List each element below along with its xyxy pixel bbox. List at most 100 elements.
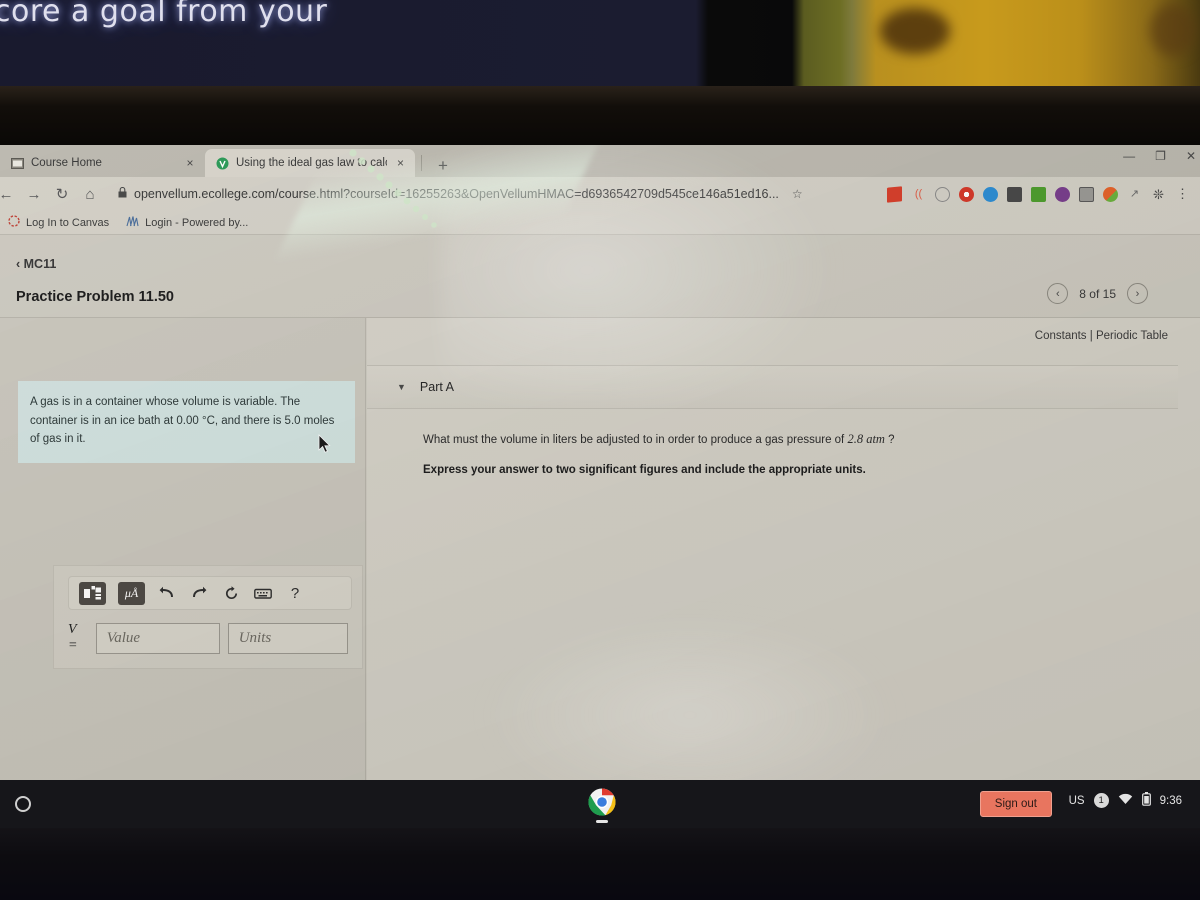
help-icon[interactable]: ? — [285, 582, 305, 604]
back-icon[interactable]: ← — [0, 180, 20, 208]
help-extension-icon[interactable] — [935, 186, 950, 202]
window-controls: — ❐ ✕ — [1123, 149, 1196, 163]
units-micro-angstrom-icon[interactable]: μÅ — [118, 581, 145, 605]
ambient-highlight-2 — [1150, 4, 1196, 56]
locale-indicator[interactable]: US — [1069, 795, 1085, 807]
variable-label: V = — [68, 622, 78, 653]
undo-icon[interactable] — [157, 582, 177, 604]
extensions-row: (( ↗ ❊ ⋮ — [887, 185, 1194, 203]
lock-icon — [118, 186, 127, 201]
value-input[interactable]: Value — [95, 622, 220, 654]
edge-extension-icon[interactable] — [983, 186, 998, 202]
tv-caption-text: core a goal from your — [0, 0, 328, 29]
page-title: Practice Problem 11.50 — [16, 289, 174, 305]
tab-title: Course Home — [31, 157, 102, 169]
part-a-header[interactable]: ▼ Part A — [367, 365, 1178, 409]
question-text: What must the volume in liters be adjust… — [423, 430, 1170, 449]
value-placeholder: Value — [106, 629, 141, 646]
background-room: core a goal from your — [0, 0, 1200, 145]
keyboard-icon[interactable] — [253, 582, 273, 604]
question-pressure-value: 2.8 atm — [847, 432, 885, 446]
close-icon[interactable]: × — [183, 156, 197, 170]
part-a-label: Part A — [419, 380, 454, 394]
template-picker-icon[interactable] — [79, 581, 106, 605]
question-text-pre: What must the volume in liters be adjust… — [423, 434, 848, 446]
notification-badge[interactable]: 1 — [1093, 793, 1109, 808]
clock[interactable]: 9:36 — [1160, 795, 1182, 807]
canvas-extension-icon[interactable] — [1079, 186, 1094, 202]
puzzle-extensions-icon[interactable]: ❊ — [1151, 187, 1166, 202]
window-icon — [10, 156, 24, 170]
tab-ideal-gas-law[interactable]: Using the ideal gas law to calcul × — [205, 149, 415, 177]
browser-toolbar: ← → ↻ ⌂ openvellum.ecollege.com/course.h… — [0, 177, 1200, 211]
url-text: openvellum.ecollege.com/course.html?cour… — [134, 187, 779, 201]
bookmark-label: Login - Powered by... — [145, 216, 249, 229]
ambient-highlight — [880, 8, 950, 54]
launcher-icon[interactable] — [15, 796, 31, 812]
tab-course-home[interactable]: Course Home × — [0, 149, 205, 177]
part-column: Constants | Periodic Table ▼ Part A What… — [367, 318, 1200, 780]
bookmark-log-in-to-canvas[interactable]: Log In to Canvas — [8, 215, 109, 230]
chrome-icon[interactable] — [588, 788, 616, 816]
screenshot-extension-icon[interactable] — [1007, 186, 1022, 202]
breadcrumb[interactable]: ‹ MC11 — [16, 257, 56, 271]
redo-icon[interactable] — [189, 582, 209, 604]
more-menu-icon[interactable]: ⋮ — [1175, 187, 1190, 202]
chevron-down-icon[interactable]: ▼ — [397, 382, 406, 392]
tab-strip: Course Home × Using the ideal gas law to… — [0, 145, 1200, 177]
units-input[interactable]: Units — [227, 622, 348, 654]
math-toolbar: μÅ ? — [68, 576, 352, 610]
answer-entry-widget: μÅ ? V = Value Units — [53, 565, 363, 669]
tab-separator — [421, 155, 422, 171]
bookmarks-bar: Log In to Canvas Login - Powered by... — [0, 211, 1200, 235]
sign-out-button[interactable]: Sign out — [979, 791, 1052, 817]
home-icon[interactable]: ⌂ — [76, 180, 104, 208]
previous-problem-button[interactable]: ‹ — [1047, 283, 1069, 304]
wifi-icon[interactable] — [1118, 793, 1133, 808]
grammarly-extension-icon[interactable] — [1031, 186, 1046, 202]
minimize-icon[interactable]: — — [1123, 149, 1135, 163]
pearson-icon — [215, 156, 229, 170]
bookmark-label: Log In to Canvas — [26, 216, 110, 229]
answer-input-row: V = Value Units — [54, 610, 362, 668]
adblock-extension-icon[interactable]: (( — [911, 187, 926, 202]
reset-icon[interactable] — [221, 582, 241, 604]
forward-icon[interactable]: → — [20, 180, 48, 208]
bookmark-login-powered-by[interactable]: Login - Powered by... — [125, 215, 248, 230]
laptop-screen: Course Home × Using the ideal gas law to… — [0, 145, 1200, 780]
course-page: ‹ MC11 Practice Problem 11.50 ‹ 8 of 15 … — [0, 235, 1200, 780]
units-placeholder: Units — [238, 629, 272, 646]
bookmark-extension-icon[interactable] — [887, 185, 902, 203]
chromeos-shelf: Sign out US 1 9:36 — [0, 780, 1200, 828]
close-window-icon[interactable]: ✕ — [1186, 149, 1196, 163]
close-icon[interactable]: × — [394, 156, 407, 170]
question-text-post: ? — [884, 434, 895, 446]
profile-extension-icon[interactable] — [1055, 186, 1070, 202]
shortcut-extension-icon[interactable]: ↗ — [1127, 187, 1142, 202]
battery-icon[interactable] — [1141, 792, 1151, 809]
mouse-cursor — [318, 434, 332, 459]
login-bookmark-icon — [125, 215, 139, 230]
laptop-bezel — [0, 86, 1200, 145]
maximize-icon[interactable]: ❐ — [1155, 149, 1166, 163]
system-tray[interactable]: US 1 9:36 — [1069, 792, 1182, 809]
tab-title: Using the ideal gas law to calcul — [236, 157, 388, 169]
question-block: What must the volume in liters be adjust… — [423, 430, 1170, 476]
canvas-bookmark-icon — [8, 215, 20, 230]
links-separator: | — [1089, 330, 1093, 342]
address-bar[interactable]: openvellum.ecollege.com/course.html?cour… — [110, 182, 881, 206]
chrome-browser-window: Course Home × Using the ideal gas law to… — [0, 145, 1200, 780]
constants-periodic-links: Constants | Periodic Table — [1035, 330, 1168, 342]
constants-link[interactable]: Constants — [1035, 330, 1087, 342]
new-tab-button[interactable]: + — [424, 157, 458, 177]
bookmark-star-icon[interactable]: ☆ — [786, 187, 803, 201]
periodic-table-link[interactable]: Periodic Table — [1096, 330, 1168, 342]
units-glyph: μÅ — [124, 585, 139, 600]
desk-surface — [0, 828, 1200, 900]
honey-extension-icon[interactable] — [1103, 186, 1118, 202]
next-problem-button[interactable]: › — [1127, 283, 1148, 304]
chrome-active-indicator — [596, 820, 608, 823]
reload-icon[interactable]: ↻ — [48, 180, 76, 208]
target-extension-icon[interactable] — [959, 186, 974, 202]
pager-status: 8 of 15 — [1079, 286, 1116, 301]
